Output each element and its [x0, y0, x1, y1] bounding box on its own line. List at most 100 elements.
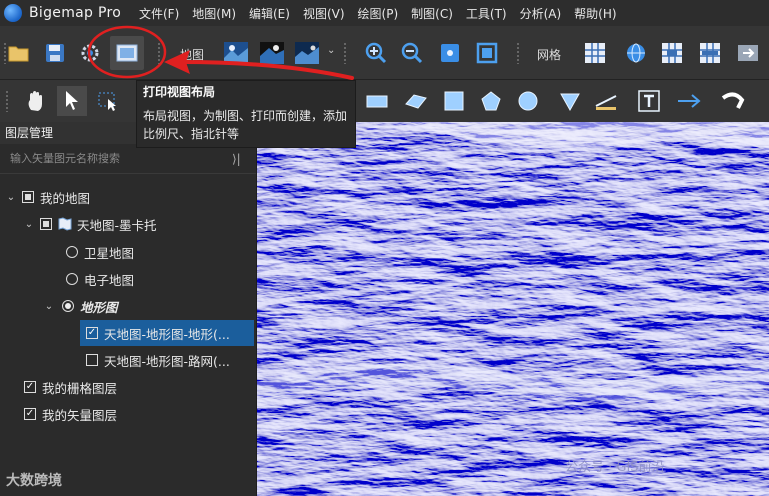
layer-search-input[interactable]	[4, 147, 224, 170]
map-source-1-button[interactable]	[219, 36, 253, 70]
print-layout-icon	[116, 44, 138, 62]
sector-icon	[560, 93, 580, 112]
tree-node-terrain[interactable]: ⌄ 地形图	[0, 293, 257, 319]
tree-node-vector[interactable]: ✓ 我的矢量图层	[0, 401, 257, 427]
hand-icon	[28, 91, 42, 111]
zoom-extent-button[interactable]	[433, 36, 467, 70]
menu-help[interactable]: 帮助(H)	[574, 5, 616, 22]
chevron-down-icon[interactable]: ⌄	[22, 219, 36, 230]
polygon-line-icon	[405, 94, 427, 109]
chevron-down-icon[interactable]: ⌄	[327, 45, 335, 56]
menu-cartography[interactable]: 制图(C)	[411, 5, 453, 22]
draw-rectangle-button[interactable]	[362, 86, 392, 116]
grid-icon	[585, 43, 605, 63]
curve-arrow-icon	[721, 92, 745, 109]
text-tool-button[interactable]	[634, 86, 664, 116]
draw-toolbar	[0, 80, 769, 122]
checkbox-unchecked[interactable]	[86, 354, 98, 366]
print-layout-button[interactable]	[110, 36, 144, 70]
mesh-grid-icon	[700, 43, 720, 63]
map-thumbnail-icon	[260, 42, 284, 64]
map-thumbnail-icon	[295, 42, 319, 64]
globe-icon	[627, 43, 645, 63]
tree-node-raster[interactable]: ✓ 我的栅格图层	[0, 374, 257, 400]
draw-square-button[interactable]	[439, 86, 469, 116]
menu-file[interactable]: 文件(F)	[139, 5, 179, 22]
km-grid-button[interactable]	[655, 36, 689, 70]
draw-circle-button[interactable]	[513, 86, 543, 116]
save-icon	[46, 44, 64, 62]
export-grid-button[interactable]	[731, 36, 765, 70]
arrow-tool-button[interactable]	[674, 86, 704, 116]
select-tool-button[interactable]	[57, 86, 87, 116]
draw-polygon-line-button[interactable]	[401, 86, 431, 116]
checkbox-checked[interactable]: ✓	[86, 327, 98, 339]
chevron-down-icon[interactable]: ⌄	[4, 192, 18, 203]
app-title: Bigemap Pro	[29, 5, 122, 21]
toolbar-grip[interactable]	[516, 42, 520, 64]
square-icon	[444, 91, 464, 111]
app-logo-icon	[4, 4, 22, 22]
tree-label: 卫星地图	[84, 245, 135, 261]
tree-label: 天地图-墨卡托	[77, 217, 157, 233]
mesh-grid-button[interactable]	[693, 36, 727, 70]
grid-label: 网格	[537, 48, 562, 62]
menu-view[interactable]: 视图(V)	[303, 5, 345, 22]
menu-edit[interactable]: 编辑(E)	[249, 5, 290, 22]
draw-pentagon-button[interactable]	[476, 86, 506, 116]
tree-node-terrain-layer[interactable]: ✓ 天地图-地形图-地形(...	[80, 320, 254, 346]
tree-label: 电子地图	[84, 272, 135, 288]
map-source-2-button[interactable]	[255, 36, 289, 70]
checkbox-partial[interactable]	[22, 191, 34, 203]
select-area-icon	[98, 92, 116, 111]
checkbox-partial[interactable]	[40, 218, 52, 230]
export-icon	[738, 45, 758, 61]
chevron-down-icon[interactable]: ⌄	[42, 301, 56, 312]
collapse-panel-icon[interactable]: ⟩|	[232, 152, 241, 166]
tree-node-my-map[interactable]: ⌄ 我的地图	[0, 184, 257, 210]
open-folder-button[interactable]	[2, 36, 36, 70]
toolbar-grip[interactable]	[157, 42, 161, 64]
zoom-out-icon	[401, 42, 423, 64]
draw-sector-button[interactable]	[555, 86, 585, 116]
tree-node-tianditu[interactable]: ⌄ 天地图-墨卡托	[0, 211, 257, 237]
gear-icon	[81, 44, 99, 62]
zoom-out-button[interactable]	[395, 36, 429, 70]
tree-node-electronic[interactable]: 电子地图	[0, 266, 257, 292]
radio-button[interactable]	[66, 273, 78, 285]
map-source-3-button[interactable]	[290, 36, 324, 70]
select-area-button[interactable]	[93, 86, 123, 116]
tree-label: 我的地图	[40, 190, 91, 206]
tree-node-satellite[interactable]: 卫星地图	[0, 239, 257, 265]
menu-map[interactable]: 地图(M)	[192, 5, 236, 22]
checkbox-checked[interactable]: ✓	[24, 381, 36, 393]
settings-button[interactable]	[73, 36, 107, 70]
cursor-icon	[66, 91, 78, 110]
radio-button[interactable]	[66, 246, 78, 258]
watermark-right: 公众号 · GIS前沿	[565, 460, 665, 475]
menu-draw[interactable]: 绘图(P)	[358, 5, 399, 22]
radio-button-selected[interactable]	[62, 300, 74, 312]
tooltip-title: 打印视图布局	[143, 85, 216, 99]
full-screen-button[interactable]	[470, 36, 504, 70]
menu-analysis[interactable]: 分析(A)	[520, 5, 562, 22]
globe-grid-button[interactable]	[619, 36, 653, 70]
toolbar-grip[interactable]	[5, 90, 9, 112]
save-button[interactable]	[38, 36, 72, 70]
terrain-hillshade	[257, 122, 769, 496]
measure-button[interactable]	[591, 86, 621, 116]
circle-icon	[518, 91, 538, 111]
zoom-in-button[interactable]	[359, 36, 393, 70]
grid-button[interactable]	[578, 36, 612, 70]
tree-label: 地形图	[80, 299, 118, 315]
map-view[interactable]	[257, 122, 769, 496]
pan-tool-button[interactable]	[21, 86, 51, 116]
tree-node-road-layer[interactable]: 天地图-地形图-路网(...	[80, 347, 257, 373]
extent-icon	[441, 44, 459, 62]
menu-tools[interactable]: 工具(T)	[466, 5, 507, 22]
toolbar-grip[interactable]	[343, 42, 347, 64]
checkbox-checked[interactable]: ✓	[24, 408, 36, 420]
map-label: 地图	[180, 48, 205, 62]
curve-arrow-button[interactable]	[718, 86, 748, 116]
folder-icon	[8, 46, 29, 62]
